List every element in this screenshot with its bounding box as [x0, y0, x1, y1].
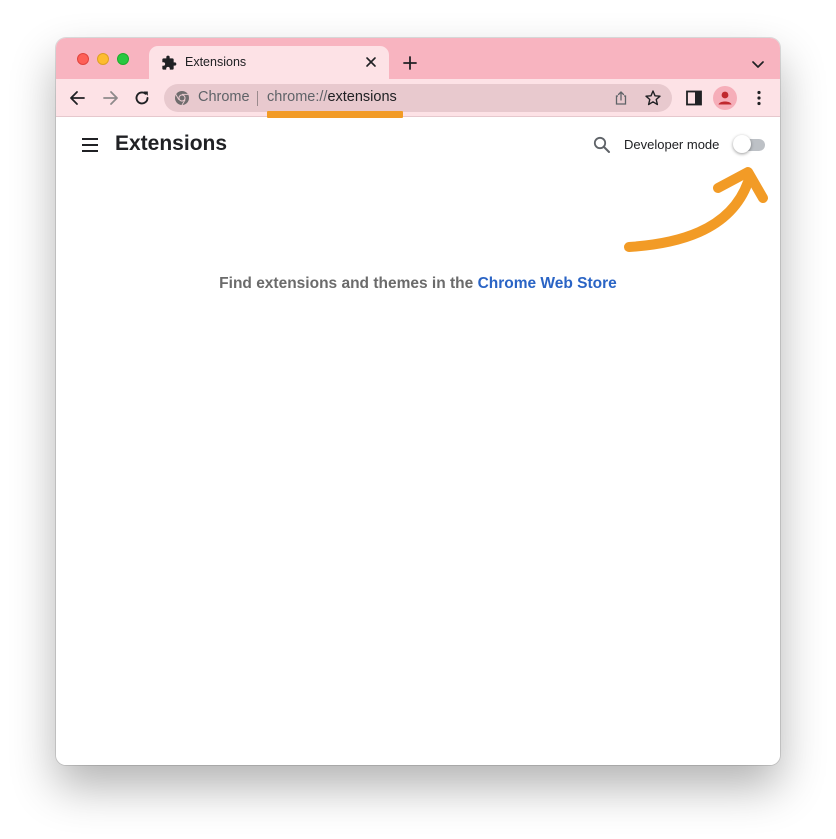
- chrome-web-store-link[interactable]: Chrome Web Store: [478, 275, 617, 292]
- url-highlight-annotation: [267, 111, 403, 118]
- chevron-down-icon[interactable]: [750, 56, 766, 72]
- close-window-button[interactable]: [77, 53, 89, 65]
- page-title: Extensions: [115, 132, 228, 155]
- reload-icon[interactable]: [132, 88, 152, 108]
- url-path: extensions: [327, 89, 397, 105]
- more-vert-icon[interactable]: [749, 88, 769, 108]
- profile-icon: [718, 91, 732, 105]
- tab-extensions[interactable]: Extensions: [149, 46, 389, 79]
- developer-mode-label: Developer mode: [624, 137, 720, 152]
- address-bar[interactable]: Chrome chrome://extensions: [164, 84, 672, 112]
- forward-arrow-icon[interactable]: [100, 88, 120, 108]
- omnibox-divider: [257, 91, 258, 106]
- maximize-window-button[interactable]: [117, 53, 129, 65]
- tab-title: Extensions: [185, 55, 247, 69]
- profile-button[interactable]: [713, 86, 737, 110]
- site-chip-label: Chrome: [198, 89, 250, 105]
- tab-strip: Extensions: [56, 38, 780, 79]
- empty-message-text: Find extensions and themes in the: [219, 275, 478, 292]
- hamburger-menu-icon[interactable]: [80, 135, 100, 155]
- back-arrow-icon[interactable]: [68, 88, 88, 108]
- toolbar: Chrome chrome://extensions: [56, 79, 780, 117]
- empty-state-message: Find extensions and themes in the Chrome…: [56, 275, 780, 293]
- developer-mode-toggle[interactable]: [733, 135, 766, 153]
- search-icon[interactable]: [592, 135, 612, 155]
- browser-window: Extensions Chrome chrome://extensions Ex…: [56, 38, 780, 765]
- puzzle-icon: [162, 55, 177, 70]
- curved-arrow-annotation: [624, 167, 768, 252]
- url-scheme: chrome://: [267, 89, 328, 105]
- share-icon[interactable]: [613, 90, 629, 106]
- close-icon[interactable]: [363, 54, 379, 70]
- toggle-knob: [733, 135, 751, 153]
- chrome-logo-icon: [175, 91, 189, 106]
- plus-icon[interactable]: [402, 55, 418, 71]
- minimize-window-button[interactable]: [97, 53, 109, 65]
- side-panel-icon[interactable]: [684, 88, 704, 108]
- star-icon[interactable]: [644, 89, 662, 107]
- url-text[interactable]: chrome://extensions: [267, 89, 397, 105]
